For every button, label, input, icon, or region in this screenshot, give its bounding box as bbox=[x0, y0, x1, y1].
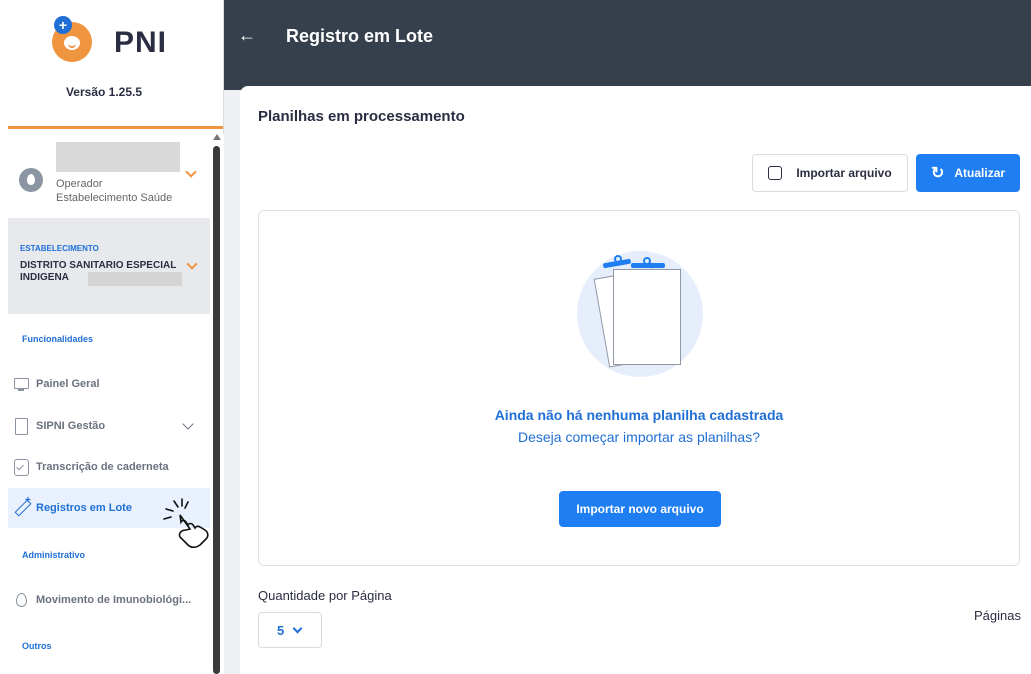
clipboard-illustration-icon bbox=[577, 247, 707, 377]
import-file-button[interactable]: Importar arquivo bbox=[752, 154, 908, 192]
chevron-down-icon[interactable] bbox=[182, 418, 194, 430]
header-bar: ← Registro em Lote bbox=[224, 0, 1031, 70]
scroll-up-icon[interactable] bbox=[213, 134, 221, 140]
page-size-select[interactable]: 5 bbox=[258, 612, 322, 648]
user-role: Operador Estabelecimento Saúde bbox=[56, 177, 172, 205]
establishment-selector[interactable]: ESTABELECIMENTO DISTRITO SANITARIO ESPEC… bbox=[8, 218, 210, 314]
pages-label: Páginas bbox=[974, 608, 1021, 623]
syringe-icon bbox=[12, 495, 31, 517]
sidebar-scrollbar[interactable] bbox=[210, 134, 224, 674]
refresh-label: Atualizar bbox=[954, 166, 1006, 180]
plus-badge-icon: + bbox=[54, 16, 72, 34]
empty-state-subtitle: Deseja começar importar as planilhas? bbox=[518, 429, 760, 445]
sidebar: + PNI Versão 1.25.5 Operador Estabelecim… bbox=[0, 0, 224, 674]
import-new-file-button[interactable]: Importar novo arquivo bbox=[559, 491, 721, 527]
monitor-icon bbox=[12, 375, 30, 393]
arrow-left-icon[interactable]: ← bbox=[238, 25, 256, 46]
section-outros: Outros bbox=[22, 641, 52, 651]
pni-logo: + PNI bbox=[52, 12, 182, 66]
refresh-button[interactable]: ↻ Atualizar bbox=[916, 154, 1020, 192]
user-profile[interactable]: Operador Estabelecimento Saúde bbox=[0, 140, 208, 212]
user-name-redacted bbox=[56, 142, 180, 172]
drop-icon bbox=[12, 591, 30, 609]
version-label: Versão 1.25.5 bbox=[65, 85, 143, 99]
page-size-value: 5 bbox=[277, 622, 285, 638]
main-card: Planilhas em processamento Importar arqu… bbox=[240, 86, 1031, 674]
import-file-label: Importar arquivo bbox=[796, 166, 892, 180]
hand-pointer-icon bbox=[163, 498, 209, 549]
empty-state: Ainda não há nenhuma planilha cadastrada… bbox=[258, 210, 1020, 566]
establishment-label: ESTABELECIMENTO bbox=[20, 244, 99, 253]
card-title: Planilhas em processamento bbox=[258, 108, 465, 125]
avatar bbox=[19, 168, 43, 192]
chevron-down-icon[interactable] bbox=[185, 166, 197, 178]
file-import-icon bbox=[768, 166, 783, 180]
chevron-down-icon[interactable] bbox=[186, 258, 198, 270]
page-title: Registro em Lote bbox=[286, 26, 434, 46]
checklist-icon bbox=[12, 458, 30, 476]
divider bbox=[8, 126, 223, 129]
establishment-redacted bbox=[88, 272, 182, 286]
refresh-icon: ↻ bbox=[930, 165, 945, 182]
app-root: + PNI Versão 1.25.5 Operador Estabelecim… bbox=[0, 0, 1031, 674]
user-role-line1: Operador bbox=[56, 178, 103, 190]
sidebar-item-painel-geral[interactable]: Painel Geral bbox=[8, 368, 210, 400]
sidebar-item-transcricao[interactable]: Transcrição de caderneta bbox=[8, 451, 210, 483]
sidebar-item-label: SIPNI Gestão bbox=[36, 420, 106, 432]
sidebar-item-label: Transcrição de caderneta bbox=[36, 461, 169, 473]
document-icon bbox=[12, 417, 30, 435]
sidebar-item-movimento[interactable]: Movimento de Imunobiológi... bbox=[8, 584, 210, 616]
sidebar-item-label: Movimento de Imunobiológi... bbox=[36, 594, 192, 606]
chevron-down-icon bbox=[292, 623, 303, 633]
scrollbar-thumb[interactable] bbox=[213, 146, 220, 674]
empty-state-title: Ainda não há nenhuma planilha cadastrada bbox=[494, 407, 784, 423]
user-role-line2: Estabelecimento Saúde bbox=[56, 192, 173, 204]
sidebar-item-label: Registros em Lote bbox=[36, 502, 132, 514]
sidebar-item-sipni-gestao[interactable]: SIPNI Gestão bbox=[8, 410, 210, 442]
section-administrativo: Administrativo bbox=[22, 550, 86, 560]
brand-name: PNI bbox=[114, 26, 168, 59]
section-funcionalidades: Funcionalidades bbox=[22, 334, 94, 344]
sidebar-item-label: Painel Geral bbox=[36, 378, 100, 390]
page-size-label: Quantidade por Página bbox=[258, 588, 392, 603]
